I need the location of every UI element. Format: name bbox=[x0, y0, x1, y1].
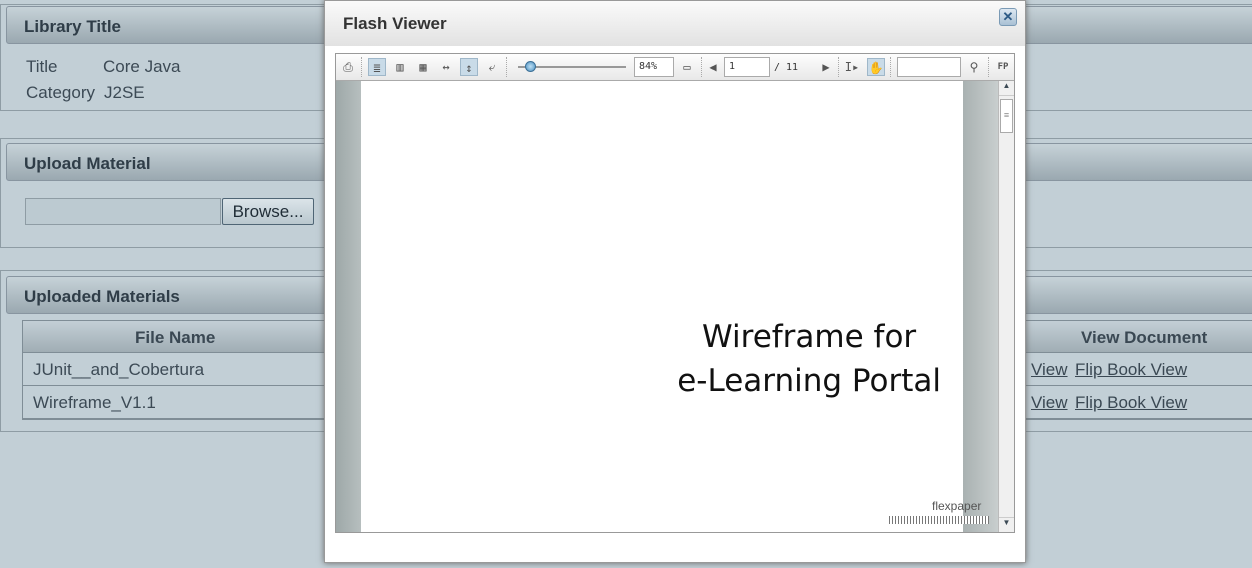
col-view-document: View Document bbox=[1081, 328, 1208, 347]
category-label: Category bbox=[26, 83, 95, 102]
text-select-icon[interactable]: I▸ bbox=[843, 58, 861, 76]
single-page-icon[interactable]: ≣ bbox=[368, 58, 386, 76]
doc-title-line1: Wireframe for bbox=[702, 319, 917, 355]
rotate-icon[interactable]: ⤶ bbox=[483, 58, 501, 76]
title-label: Title bbox=[26, 57, 58, 76]
view-link[interactable]: View bbox=[1031, 360, 1068, 380]
two-page-icon[interactable]: ▥ bbox=[391, 58, 409, 76]
doc-title-line2: e-Learning Portal bbox=[677, 363, 941, 399]
dialog-title: Flash Viewer bbox=[325, 1, 1025, 46]
document-page: Wireframe for e-Learning Portal bbox=[361, 81, 963, 532]
file-name: JUnit__and_Cobertura bbox=[33, 360, 205, 379]
flip-book-link[interactable]: Flip Book View bbox=[1075, 393, 1187, 413]
page-total: / 11 bbox=[774, 62, 799, 73]
vertical-scrollbar[interactable]: ▲ ≡ ▼ bbox=[998, 81, 1014, 532]
title-value: Core Java bbox=[103, 57, 181, 76]
flexpaper-logo: flexpaper bbox=[932, 499, 982, 513]
zoom-input[interactable]: 84% bbox=[634, 57, 674, 77]
flip-book-link[interactable]: Flip Book View bbox=[1075, 360, 1187, 380]
fp-button[interactable]: FP bbox=[994, 58, 1012, 76]
file-name: Wireframe_V1.1 bbox=[33, 393, 156, 412]
document-area[interactable]: Wireframe for e-Learning Portal flexpape… bbox=[336, 81, 998, 532]
browse-button[interactable]: Browse... bbox=[222, 198, 314, 225]
viewer-toolbar: ⎙ ≣ ▥ ▦ ↔ ↕ ⤶ 84% ▭ ◀ 1 / 11 ▶ I▸ ✋ ⚲ FP bbox=[336, 54, 1014, 81]
print-icon[interactable]: ⎙ bbox=[339, 58, 357, 76]
col-file-name: File Name bbox=[135, 328, 216, 347]
file-input[interactable] bbox=[25, 198, 221, 225]
search-icon[interactable]: ⚲ bbox=[965, 58, 983, 76]
prev-page-icon[interactable]: ◀ bbox=[704, 58, 722, 76]
hand-tool-icon[interactable]: ✋ bbox=[867, 58, 885, 76]
close-icon[interactable]: ✕ bbox=[999, 8, 1017, 26]
fit-width-icon[interactable]: ↔ bbox=[437, 58, 455, 76]
scrollbar-thumb[interactable]: ≡ bbox=[1000, 99, 1013, 133]
flexpaper-viewer: ⎙ ≣ ▥ ▦ ↔ ↕ ⤶ 84% ▭ ◀ 1 / 11 ▶ I▸ ✋ ⚲ FP bbox=[335, 53, 1015, 533]
category-value: J2SE bbox=[104, 83, 145, 102]
view-link[interactable]: View bbox=[1031, 393, 1068, 413]
flash-viewer-dialog: Flash Viewer ✕ ⎙ ≣ ▥ ▦ ↔ ↕ ⤶ 84% ▭ ◀ 1 /… bbox=[324, 0, 1026, 563]
fullscreen-icon[interactable]: ▭ bbox=[678, 58, 696, 76]
barcode-graphic bbox=[889, 516, 989, 524]
page-input[interactable]: 1 bbox=[724, 57, 770, 77]
zoom-slider-handle[interactable] bbox=[525, 61, 536, 72]
search-input[interactable] bbox=[897, 57, 961, 77]
thumbnail-icon[interactable]: ▦ bbox=[414, 58, 432, 76]
next-page-icon[interactable]: ▶ bbox=[817, 58, 835, 76]
fit-height-icon[interactable]: ↕ bbox=[460, 58, 478, 76]
